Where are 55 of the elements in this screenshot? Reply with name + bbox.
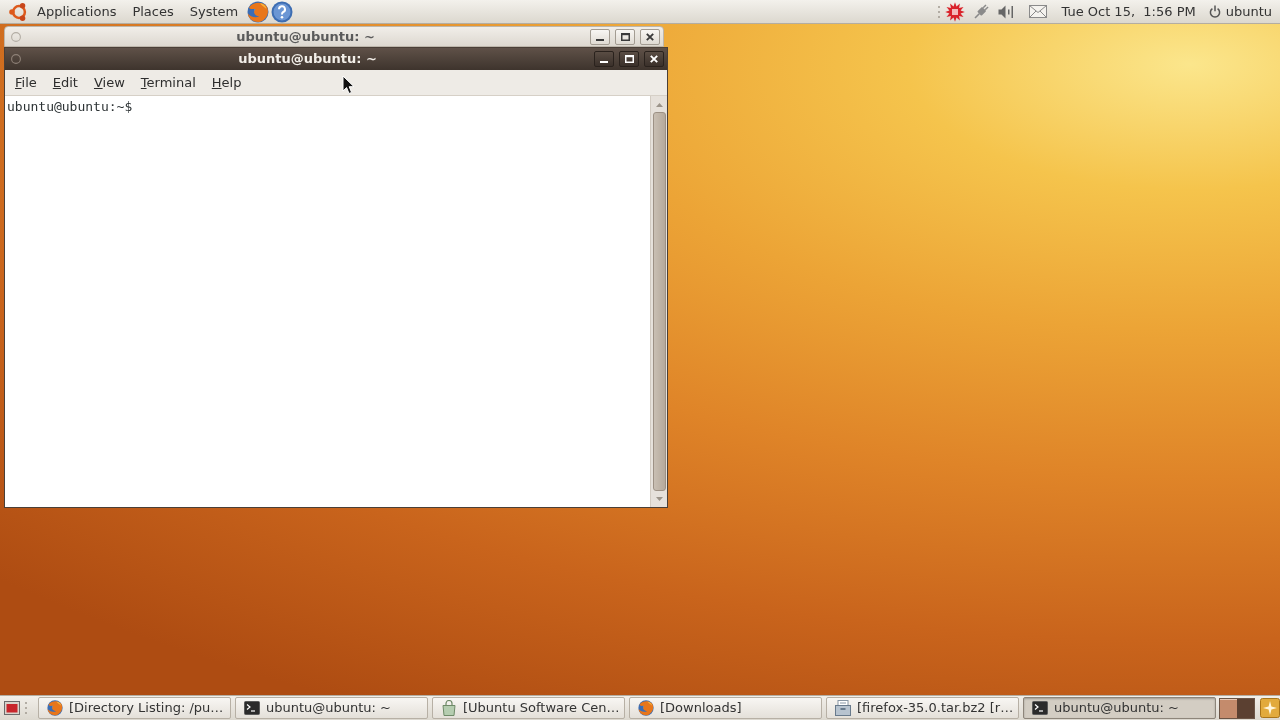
taskbar-button[interactable]: ubuntu@ubuntu: ~	[235, 697, 428, 719]
window-title: ubuntu@ubuntu: ~	[237, 50, 378, 69]
sparkle-tile-icon[interactable]	[1260, 698, 1280, 718]
menu-item[interactable]: File	[7, 70, 45, 95]
taskbar-button[interactable]: [Ubuntu Software Cen…	[432, 697, 625, 719]
desktop-icon[interactable]	[4, 701, 20, 715]
help-icon[interactable]	[271, 0, 294, 23]
grip-icon[interactable]	[937, 4, 942, 19]
caret-down-icon	[655, 496, 663, 501]
window-title: ubuntu@ubuntu: ~	[235, 27, 376, 46]
taskbar-button[interactable]: ubuntu@ubuntu: ~	[1023, 697, 1216, 719]
close-button[interactable]	[640, 28, 660, 45]
volume-icon[interactable]	[998, 4, 1015, 19]
workspace-button[interactable]	[1220, 698, 1237, 718]
mouse-pointer-icon	[342, 75, 355, 95]
menu-item[interactable]: Edit	[44, 70, 86, 95]
globe-icon	[47, 700, 63, 716]
power-icon	[1208, 5, 1221, 18]
minimize-button[interactable]	[594, 51, 614, 67]
clock-button[interactable]: Tue Oct 15, 1:56 PM	[1061, 0, 1196, 23]
globe-icon	[638, 700, 654, 716]
minimize-button[interactable]	[590, 28, 610, 45]
maximize-button[interactable]	[619, 51, 639, 67]
panel-menu-button[interactable]: System	[181, 0, 247, 23]
shopping-bag-icon	[441, 700, 457, 716]
archive-box-icon	[835, 700, 851, 716]
close-button[interactable]	[644, 51, 664, 67]
ubuntu-logo-icon[interactable]	[9, 1, 29, 22]
minimize-icon	[600, 61, 608, 63]
maximize-icon	[624, 55, 634, 63]
circle-icon[interactable]	[11, 54, 21, 64]
panel-menu-button[interactable]: Places	[124, 0, 182, 23]
maximize-button[interactable]	[615, 28, 635, 45]
terminal-line: ubuntu@ubuntu:~$	[7, 98, 134, 115]
scrollbar-thumb[interactable]	[652, 112, 666, 491]
plug-icon[interactable]	[972, 2, 991, 21]
menu-item[interactable]: Terminal	[132, 70, 204, 95]
taskbar-button[interactable]: [Downloads]	[629, 697, 822, 719]
terminal-icon	[1032, 701, 1048, 715]
user-menu-button[interactable]: ubuntu	[1208, 0, 1272, 23]
starburst-icon[interactable]	[945, 1, 966, 22]
terminal-icon	[244, 701, 260, 715]
menu-item[interactable]: View	[85, 70, 133, 95]
grip-icon[interactable]	[24, 701, 28, 715]
taskbar-button[interactable]: [Directory Listing: /pu…	[38, 697, 231, 719]
maximize-icon	[620, 32, 630, 41]
taskbar-button[interactable]: [firefox-35.0.tar.bz2 [r…	[826, 697, 1019, 719]
envelope-icon[interactable]	[1029, 5, 1048, 18]
close-icon	[650, 55, 658, 63]
caret-up-icon	[655, 102, 663, 107]
minimize-icon	[596, 38, 604, 41]
close-icon	[646, 32, 654, 41]
globe-icon[interactable]	[247, 0, 270, 23]
panel-menu-button[interactable]: Applications	[29, 0, 125, 23]
menu-item[interactable]: Help	[203, 70, 250, 95]
